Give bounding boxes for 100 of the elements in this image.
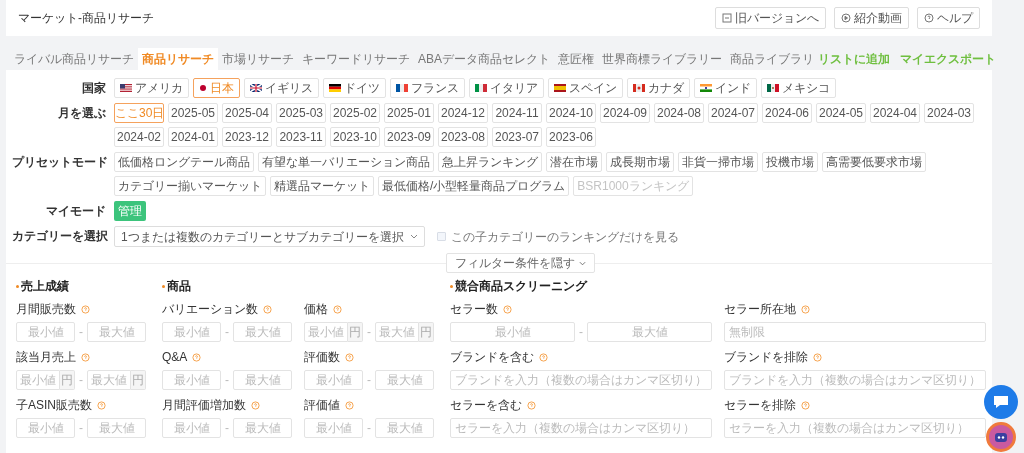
month-option[interactable]: 2023-08 (438, 127, 488, 147)
month-option[interactable]: 2024-05 (816, 103, 866, 123)
month-option[interactable]: 2025-05 (168, 103, 218, 123)
month-option[interactable]: 2024-12 (438, 103, 488, 123)
preset-option[interactable]: 急上昇ランキング (438, 152, 542, 172)
month-option[interactable]: 2023-07 (492, 127, 542, 147)
number-field[interactable]: 最小値 (16, 370, 60, 390)
preset-option[interactable]: 潜在市場 (546, 152, 602, 172)
month-option[interactable]: 2024-03 (924, 103, 974, 123)
number-field[interactable]: 最大値 (587, 322, 712, 342)
text-field[interactable]: セラーを入力（複数の場合はカンマ区切り） (724, 418, 986, 438)
help-icon[interactable] (333, 304, 342, 314)
country-option[interactable]: イタリア (469, 78, 544, 98)
help-icon[interactable] (97, 400, 106, 410)
help-icon[interactable] (192, 352, 202, 362)
tab[interactable]: キーワードリサーチ (298, 48, 414, 70)
help-icon[interactable] (801, 400, 810, 410)
help-icon[interactable] (801, 304, 810, 314)
month-option[interactable]: 2025-04 (222, 103, 272, 123)
help-icon[interactable] (251, 400, 260, 410)
country-option[interactable]: アメリカ (114, 78, 189, 98)
tab[interactable]: ライバル商品リサーチ (10, 48, 138, 70)
header-button[interactable]: 紹介動画 (834, 7, 909, 29)
number-field[interactable]: 最大値 (233, 370, 292, 390)
help-icon[interactable] (539, 352, 548, 362)
help-icon[interactable] (345, 400, 354, 410)
country-option[interactable]: スペイン (548, 78, 623, 98)
help-icon[interactable] (81, 352, 90, 362)
month-option[interactable]: 2023-11 (276, 127, 326, 147)
number-field[interactable]: 最大値 (87, 370, 131, 390)
number-field[interactable]: 最小値 (16, 322, 75, 342)
month-option[interactable]: 2023-12 (222, 127, 272, 147)
month-option[interactable]: 2024-02 (114, 127, 164, 147)
number-field[interactable]: 最大値 (87, 322, 146, 342)
month-option[interactable]: 2025-01 (384, 103, 434, 123)
country-option[interactable]: メキシコ (761, 78, 836, 98)
text-field[interactable]: ブランドを入力（複数の場合はカンマ区切り） (724, 370, 986, 390)
checkbox[interactable] (436, 232, 446, 241)
month-option[interactable]: 2023-10 (330, 127, 380, 147)
header-button[interactable]: ヘルプ (917, 7, 980, 29)
number-field[interactable]: 最小値 (162, 418, 221, 438)
chat-button[interactable] (984, 385, 1018, 419)
filter-toggle-button[interactable]: フィルター条件を隠す (446, 253, 595, 273)
month-option[interactable]: 2024-06 (762, 103, 812, 123)
month-option[interactable]: 2024-10 (546, 103, 596, 123)
text-field[interactable]: ブランドを入力（複数の場合はカンマ区切り） (450, 370, 712, 390)
number-field[interactable]: 最大値 (233, 322, 292, 342)
number-field[interactable]: 最小値 (304, 322, 348, 342)
preset-option[interactable]: 最低価格/小型軽量商品プログラム (378, 176, 570, 196)
preset-option[interactable]: 有望な単一バリエーション商品 (258, 152, 434, 172)
header-button[interactable]: 旧バージョンへ (715, 7, 826, 29)
category-select[interactable]: 1つまたは複数のカテゴリーとサブカテゴリーを選択 (114, 226, 425, 247)
month-option[interactable]: 2024-07 (708, 103, 758, 123)
tab[interactable]: 市場リサーチ (218, 48, 298, 70)
tab[interactable]: 意匠権 (554, 48, 598, 70)
number-field[interactable]: 最小値 (162, 370, 221, 390)
number-field[interactable]: 最小値 (450, 322, 575, 342)
month-option[interactable]: 2023-09 (384, 127, 434, 147)
tab[interactable]: 世界商標ライブラリー (598, 48, 726, 70)
number-field[interactable]: 最小値 (162, 322, 221, 342)
country-option[interactable]: インド (694, 78, 757, 98)
country-option[interactable]: フランス (390, 78, 465, 98)
preset-option[interactable]: 非貨一掃市場 (678, 152, 758, 172)
help-icon[interactable] (813, 352, 822, 362)
number-field[interactable]: 最大値 (375, 370, 434, 390)
number-field[interactable]: 最大値 (375, 418, 434, 438)
preset-option[interactable]: 投機市場 (762, 152, 818, 172)
tab[interactable]: 商品ライブラリ (726, 48, 818, 70)
preset-option[interactable]: 低価格ロングテール商品 (114, 152, 254, 172)
month-option[interactable]: 2024-11 (492, 103, 542, 123)
help-icon[interactable] (345, 352, 354, 362)
month-option[interactable]: 2025-02 (330, 103, 380, 123)
preset-option[interactable]: 精選品マーケット (270, 176, 374, 196)
preset-option[interactable]: カテゴリー揃いマーケット (114, 176, 266, 196)
text-field[interactable]: 無制限 (724, 322, 986, 342)
preset-option[interactable]: 成長期市場 (606, 152, 674, 172)
month-option[interactable]: 2024-01 (168, 127, 218, 147)
text-field[interactable]: セラーを入力（複数の場合はカンマ区切り） (450, 418, 712, 438)
number-field[interactable]: 最小値 (304, 370, 363, 390)
country-option[interactable]: カナダ (627, 78, 690, 98)
country-option[interactable]: ドイツ (323, 78, 386, 98)
unit-label: 円 (131, 370, 146, 390)
month-option[interactable]: 2024-04 (870, 103, 920, 123)
month-option[interactable]: 2024-09 (600, 103, 650, 123)
assistant-avatar[interactable] (986, 422, 1016, 452)
number-field[interactable]: 最大値 (87, 418, 146, 438)
number-field[interactable]: 最大値 (233, 418, 292, 438)
help-icon[interactable] (503, 304, 512, 314)
preset-option[interactable]: 高需要低要求市場 (822, 152, 926, 172)
help-icon[interactable] (527, 400, 536, 410)
tab[interactable]: ABAデータ商品セレクト (414, 48, 554, 70)
number-field[interactable]: 最小値 (304, 418, 363, 438)
help-icon[interactable] (81, 304, 90, 314)
help-icon[interactable] (263, 304, 272, 314)
month-option[interactable]: 2024-08 (654, 103, 704, 123)
month-option[interactable]: 2025-03 (276, 103, 326, 123)
country-option[interactable]: イギリス (244, 78, 319, 98)
number-field[interactable]: 最小値 (16, 418, 75, 438)
number-field[interactable]: 最大値 (375, 322, 419, 342)
month-option[interactable]: 2023-06 (546, 127, 596, 147)
